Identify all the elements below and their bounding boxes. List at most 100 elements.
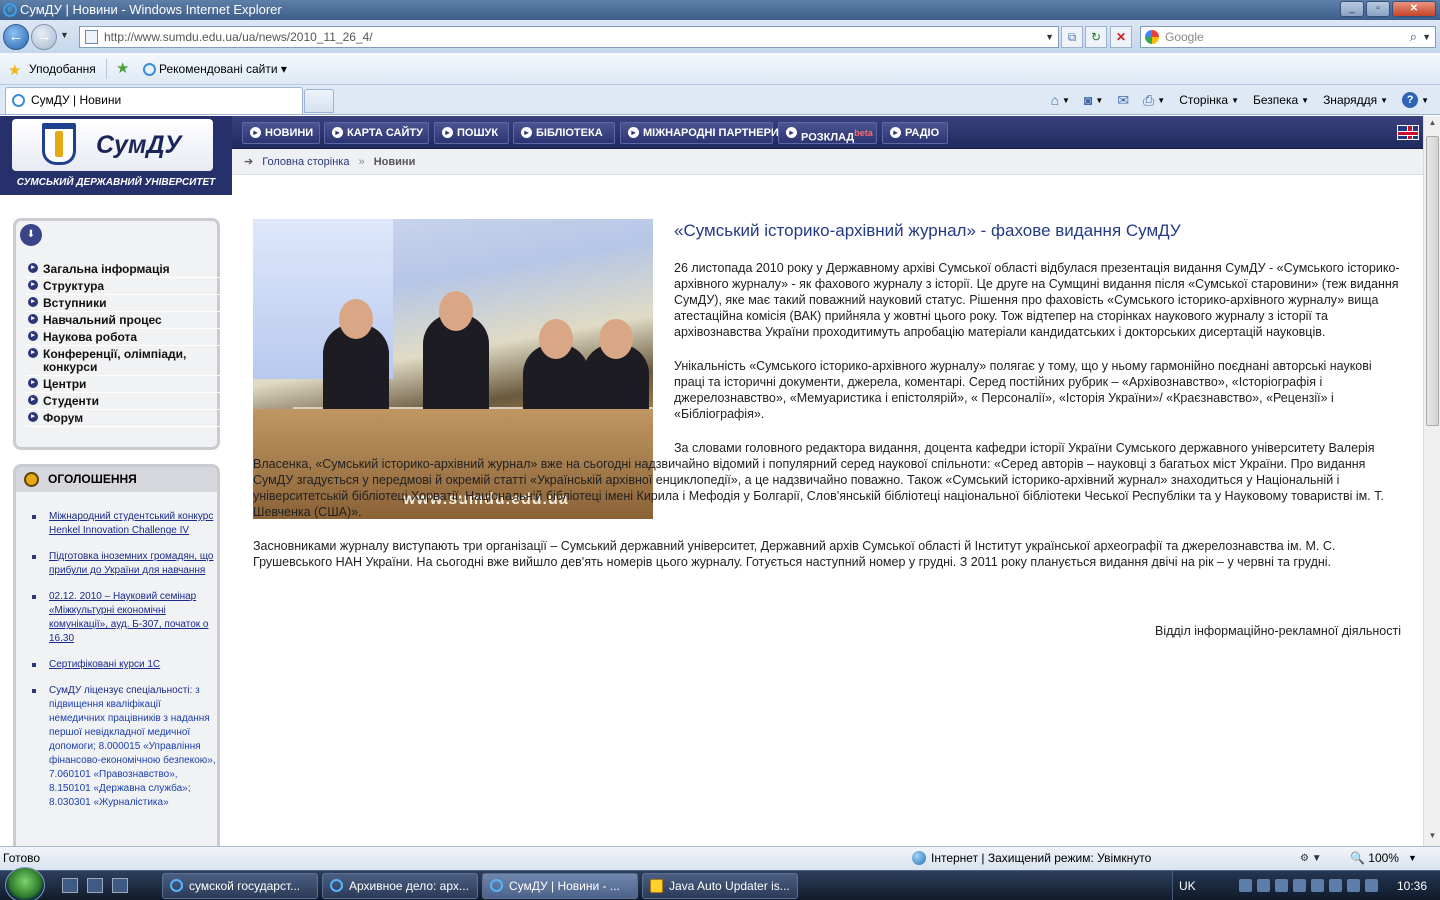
article-paragraph: 26 листопада 2010 року у Державному архі… bbox=[674, 261, 1400, 339]
nav-radio-label: РАДІО bbox=[905, 127, 940, 139]
address-dropdown-icon[interactable]: ▼ bbox=[1045, 27, 1054, 47]
breadcrumb-home[interactable]: Головна сторінка bbox=[262, 156, 349, 168]
favorites-button[interactable]: Уподобання bbox=[29, 62, 96, 76]
tray-app-icon[interactable] bbox=[1347, 879, 1360, 892]
page-menu[interactable]: Сторінка ▼ bbox=[1174, 93, 1244, 107]
nav-library[interactable]: ▸ БІБЛІОТЕКА bbox=[513, 122, 615, 144]
announcement-link[interactable]: Міжнародний студентський конкурс Henkel … bbox=[49, 511, 213, 536]
sidebar-item-education[interactable]: ▸ Навчальний процес bbox=[26, 312, 221, 329]
arrow-icon: ▸ bbox=[786, 127, 797, 138]
nav-international-partners[interactable]: ▸ МІЖНАРОДНІ ПАРТНЕРИ bbox=[620, 122, 779, 144]
sidebar-item-students[interactable]: ▸ Студенти bbox=[26, 393, 221, 410]
scrollbar-thumb[interactable] bbox=[1426, 136, 1439, 426]
recommended-sites-button[interactable]: Рекомендовані сайти ▾ bbox=[143, 62, 287, 76]
tray-network-icon[interactable] bbox=[1239, 879, 1252, 892]
arrow-icon: ▸ bbox=[521, 127, 532, 138]
tray-app-icon[interactable] bbox=[1329, 879, 1342, 892]
address-bar[interactable]: http://www.sumdu.edu.ua/ua/news/2010_11_… bbox=[79, 26, 1059, 48]
stop-icon[interactable]: ✕ bbox=[1110, 26, 1132, 48]
taskbar-button-active[interactable]: СумДУ | Новини - ... bbox=[482, 873, 638, 899]
article-paragraph: За словами головного редактора видання, … bbox=[253, 441, 1384, 519]
safety-menu[interactable]: Безпека ▼ bbox=[1248, 93, 1314, 107]
language-indicator[interactable]: UK bbox=[1179, 871, 1196, 900]
recent-pages-dropdown-icon[interactable]: ▼ bbox=[60, 30, 69, 40]
search-icon[interactable]: ⌕ bbox=[1410, 27, 1417, 47]
window-titlebar: e СумДУ | Новини - Windows Internet Expl… bbox=[0, 0, 1440, 20]
scroll-up-icon[interactable]: ▲ bbox=[1426, 118, 1439, 131]
tray-app-icon[interactable] bbox=[1293, 879, 1306, 892]
license-link[interactable]: з підвищення кваліфікації немедичних пра… bbox=[49, 685, 216, 808]
sidebar-item-general-info[interactable]: ▸ Загальна інформація bbox=[26, 261, 221, 278]
close-button[interactable]: ✕ bbox=[1392, 1, 1436, 17]
beta-badge: beta bbox=[854, 128, 873, 138]
announcement-link[interactable]: Підготовка іноземних громадян, що прибул… bbox=[49, 551, 214, 576]
clock[interactable]: 10:36 bbox=[1397, 871, 1427, 900]
taskbar-button[interactable]: Архивное дело: арх... bbox=[322, 873, 478, 899]
sidebar-item-research[interactable]: ▸ Наукова робота bbox=[26, 329, 221, 346]
nav-schedule[interactable]: ▸ РОЗКЛАДbeta bbox=[778, 122, 877, 144]
print-button[interactable]: ⎙ ▼ bbox=[1138, 92, 1170, 109]
taskbar-button[interactable]: Java Auto Updater is... bbox=[642, 873, 798, 899]
status-tools-icon[interactable]: ⚙ ▼ bbox=[1300, 847, 1322, 870]
announcement-link[interactable]: Сертифіковані курси 1С bbox=[49, 659, 160, 670]
new-tab-button[interactable] bbox=[304, 89, 334, 113]
nav-search-label: ПОШУК bbox=[457, 127, 499, 139]
feeds-button[interactable]: ◙ ▼ bbox=[1079, 92, 1108, 108]
minimize-button[interactable]: _ bbox=[1340, 1, 1364, 17]
license-lead: СумДУ ліцензує спеціальності: bbox=[49, 685, 193, 696]
nav-search[interactable]: ▸ ПОШУК bbox=[434, 122, 509, 144]
tray-app-icon[interactable] bbox=[1275, 879, 1288, 892]
taskbar-button[interactable]: сумской государст... bbox=[162, 873, 318, 899]
nav-news[interactable]: ▸ НОВИНИ bbox=[242, 122, 320, 144]
search-dropdown-icon[interactable]: ▼ bbox=[1422, 27, 1431, 47]
tray-volume-icon[interactable] bbox=[1365, 879, 1378, 892]
english-flag-icon[interactable] bbox=[1397, 125, 1419, 140]
list-item: 02.12. 2010 – Науковий семінар «Міжкульт… bbox=[26, 590, 216, 646]
collapse-icon[interactable]: ⬇ bbox=[20, 224, 42, 246]
tools-menu-label: Знаряддя bbox=[1323, 93, 1378, 107]
tray-app-icon[interactable] bbox=[1257, 879, 1270, 892]
sidebar-item-forum[interactable]: ▸ Форум bbox=[26, 410, 221, 427]
refresh-icon[interactable]: ↻ bbox=[1085, 26, 1107, 48]
announcements-title: ОГОЛОШЕННЯ bbox=[48, 472, 137, 486]
add-favorite-icon[interactable]: ★ bbox=[116, 59, 129, 77]
nav-schedule-label: РОЗКЛАД bbox=[801, 131, 855, 144]
rss-icon: ◙ bbox=[1083, 92, 1093, 108]
nav-sitemap[interactable]: ▸ КАРТА САЙТУ bbox=[324, 122, 429, 144]
show-desktop-icon[interactable] bbox=[62, 878, 78, 893]
maximize-button[interactable]: ▫ bbox=[1366, 1, 1390, 17]
sidebar-item-applicants[interactable]: ▸ Вступники bbox=[26, 295, 221, 312]
back-button[interactable]: ← bbox=[3, 24, 29, 50]
tools-menu[interactable]: Знаряддя ▼ bbox=[1318, 93, 1393, 107]
favorites-bar: ★ Уподобання ★ Рекомендовані сайти ▾ bbox=[0, 53, 1440, 85]
scroll-down-icon[interactable]: ▼ bbox=[1426, 831, 1439, 844]
ie-quicklaunch-icon[interactable] bbox=[112, 878, 128, 893]
address-url[interactable]: http://www.sumdu.edu.ua/ua/news/2010_11_… bbox=[104, 30, 373, 44]
vertical-scrollbar[interactable]: ▲ ▼ bbox=[1423, 116, 1440, 846]
zoom-level[interactable]: 🔍 100% bbox=[1350, 847, 1399, 870]
tray-app-icon[interactable] bbox=[1311, 879, 1324, 892]
favorites-star-icon[interactable]: ★ bbox=[8, 61, 21, 79]
arrow-icon: ▸ bbox=[28, 297, 38, 307]
help-button[interactable]: ? ▼ bbox=[1397, 92, 1434, 108]
forward-button[interactable]: → bbox=[31, 24, 57, 50]
sidebar-item-structure[interactable]: ▸ Структура bbox=[26, 278, 221, 295]
tab-sumdu-news[interactable]: СумДУ | Новини bbox=[5, 87, 303, 114]
site-logo-block[interactable]: СумДУ СУМСЬКИЙ ДЕРЖАВНИЙ УНІВЕРСИТЕТ bbox=[0, 116, 232, 198]
zoom-dropdown-icon[interactable]: ▼ bbox=[1408, 847, 1417, 870]
compatibility-view-icon[interactable]: ⧉ bbox=[1061, 26, 1083, 48]
arrow-icon: ▸ bbox=[628, 127, 639, 138]
announcement-link[interactable]: 02.12. 2010 – Науковий семінар «Міжкульт… bbox=[49, 591, 208, 644]
search-input[interactable]: Google ⌕ ▼ bbox=[1140, 26, 1436, 48]
security-zone[interactable]: Інтернет | Захищений режим: Увімкнуто bbox=[912, 847, 1151, 870]
sidebar-item-conferences[interactable]: ▸ Конференції, олімпіади, конкурси bbox=[26, 346, 221, 376]
command-bar: ⌂ ▼ ◙ ▼ ✉ ⎙ ▼ Сторінка ▼ Безпека ▼ Знаряддя ▼ … bbox=[1046, 89, 1434, 111]
mail-button[interactable]: ✉ bbox=[1112, 92, 1134, 109]
home-button[interactable]: ⌂ ▼ bbox=[1046, 92, 1075, 108]
start-button[interactable] bbox=[5, 867, 45, 900]
arrow-icon: ▸ bbox=[28, 395, 38, 405]
switch-windows-icon[interactable] bbox=[87, 878, 103, 893]
nav-radio[interactable]: ▸ РАДІО bbox=[882, 122, 948, 144]
sidebar-menu-box: ⬇ ▸ Загальна інформація ▸ Структура ▸ Вступ… bbox=[13, 218, 221, 450]
sidebar-item-centers[interactable]: ▸ Центри bbox=[26, 376, 221, 393]
